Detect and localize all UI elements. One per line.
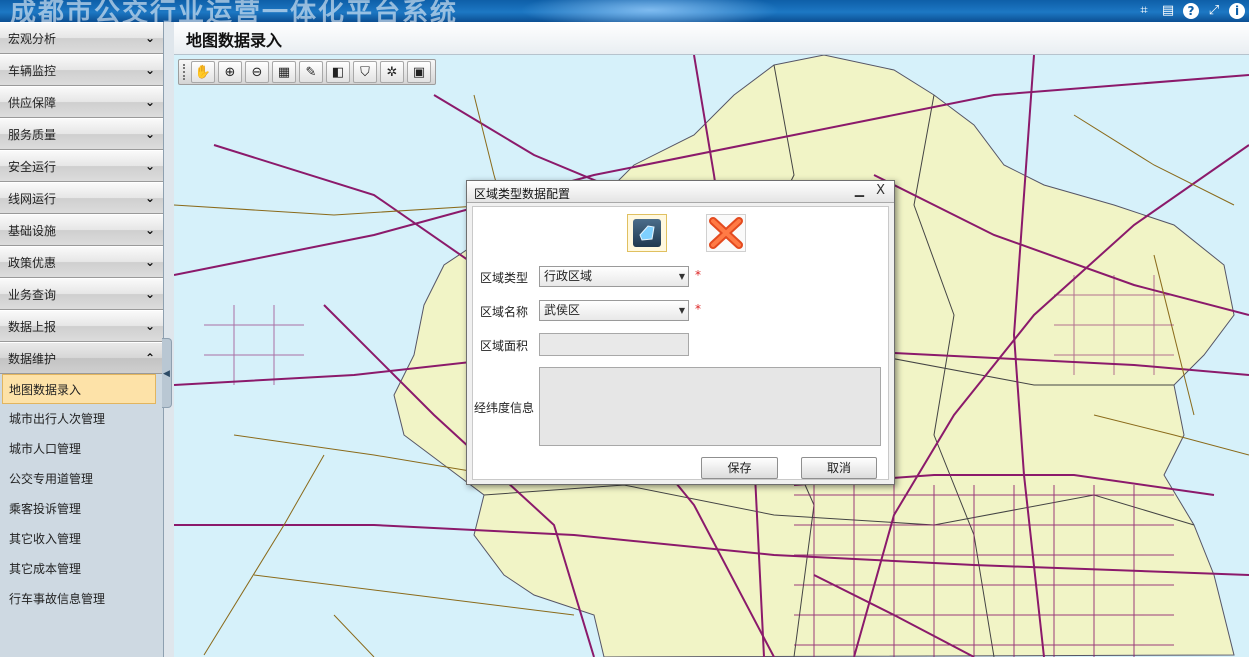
sidebar-section-infrastructure[interactable]: 基础设施 ⌄ [0, 214, 163, 246]
expand-icon[interactable]: ⤢ [1205, 2, 1223, 20]
toolbar-grip[interactable] [183, 64, 186, 80]
dialog-body: 区域类型 行政区域 ▼ * 区域名称 武侯区 ▼ * 区域面积 经纬度信息 保存… [472, 206, 889, 480]
layers-icon[interactable]: ◧ [326, 61, 350, 83]
dialog-titlebar[interactable]: 区域类型数据配置 ▁ X [467, 181, 894, 203]
database-icon[interactable]: ▣ [407, 61, 431, 83]
sidebar-section-label: 基础设施 [8, 224, 57, 238]
clear-icon[interactable]: ✲ [380, 61, 404, 83]
minimize-icon[interactable]: ▁ [855, 183, 864, 197]
zoom-out-icon[interactable]: ⊖ [245, 61, 269, 83]
sidebar-item-map-data-entry[interactable]: 地图数据录入 [2, 374, 156, 404]
sidebar-section-query[interactable]: 业务查询 ⌄ [0, 278, 163, 310]
sidebar: 宏观分析 ⌄ 车辆监控 ⌄ 供应保障 ⌄ 服务质量 ⌄ 安全运行 ⌄ 线网运行 ⌄ 基础设施… [0, 22, 164, 657]
chevron-down-icon: ⌄ [144, 159, 155, 173]
sidebar-item-accidents[interactable]: 行车事故信息管理 [0, 584, 163, 614]
draw-polygon-button[interactable] [627, 214, 667, 252]
sidebar-item-other-cost[interactable]: 其它成本管理 [0, 554, 163, 584]
required-mark: * [695, 302, 701, 316]
sidebar-section-service-quality[interactable]: 服务质量 ⌄ [0, 118, 163, 150]
zoom-in-icon[interactable]: ⊕ [218, 61, 242, 83]
shield-icon[interactable]: ⛉ [353, 61, 377, 83]
banner-tools: ⌗ ▤ ? ⤢ i [1135, 0, 1249, 22]
draw-polygon-icon [633, 219, 661, 247]
sidebar-item-trips[interactable]: 城市出行人次管理 [0, 404, 163, 434]
region-type-value: 行政区域 [544, 269, 593, 283]
sidebar-section-data-maintenance[interactable]: 数据维护 ⌃ [0, 342, 163, 374]
page-title: 地图数据录入 [186, 31, 283, 50]
sidebar-item-complaints[interactable]: 乘客投诉管理 [0, 494, 163, 524]
sidebar-item-bus-lanes[interactable]: 公交专用道管理 [0, 464, 163, 494]
close-icon[interactable]: X [876, 183, 885, 198]
sidebar-section-network[interactable]: 线网运行 ⌄ [0, 182, 163, 214]
area-label: 区域面积 [480, 339, 529, 353]
top-banner: 成都市公交行业运营一体化平台系统 ⌗ ▤ ? ⤢ i [0, 0, 1249, 22]
region-type-select[interactable]: 行政区域 ▼ [539, 266, 689, 287]
dropdown-arrow-icon: ▼ [678, 306, 685, 315]
chevron-down-icon: ⌄ [144, 191, 155, 205]
sidebar-section-macro-analysis[interactable]: 宏观分析 ⌄ [0, 22, 163, 54]
keyboard-icon[interactable]: ▤ [1159, 2, 1177, 20]
sidebar-section-label: 安全运行 [8, 160, 57, 174]
sidebar-section-label: 宏观分析 [8, 32, 57, 46]
sidebar-section-label: 政策优惠 [8, 256, 57, 270]
sidebar-section-policy[interactable]: 政策优惠 ⌄ [0, 246, 163, 278]
sidebar-section-label: 业务查询 [8, 288, 57, 302]
chevron-down-icon: ⌄ [144, 287, 155, 301]
coords-textarea[interactable] [539, 367, 881, 446]
banner-title: 成都市公交行业运营一体化平台系统 [10, 0, 459, 22]
sidebar-section-data-report[interactable]: 数据上报 ⌄ [0, 310, 163, 342]
chevron-up-icon: ⌃ [144, 351, 155, 365]
chevron-down-icon: ⌄ [144, 255, 155, 269]
required-mark: * [695, 268, 701, 282]
info-icon[interactable]: i [1229, 3, 1245, 19]
region-config-dialog: 区域类型数据配置 ▁ X 区域类型 行政区域 ▼ * 区域名称 武侯区 ▼ * … [466, 180, 895, 485]
chevron-down-icon: ⌄ [144, 95, 155, 109]
page-header: 地图数据录入 [174, 22, 1249, 55]
sidebar-section-label: 线网运行 [8, 192, 57, 206]
collapse-sidebar-icon[interactable]: ◀ [162, 338, 172, 408]
banner-decoration [520, 0, 780, 22]
sidebar-section-vehicle-monitoring[interactable]: 车辆监控 ⌄ [0, 54, 163, 86]
sidebar-section-label: 车辆监控 [8, 64, 57, 78]
chevron-down-icon: ⌄ [144, 63, 155, 77]
region-type-label: 区域类型 [480, 271, 529, 285]
sidebar-section-label: 数据上报 [8, 320, 57, 334]
coords-label: 经纬度信息 [474, 401, 535, 415]
pan-hand-icon[interactable]: ✋ [191, 61, 215, 83]
map-toolbar: ✋ ⊕ ⊖ ▦ ✎ ◧ ⛉ ✲ ▣ [178, 59, 436, 85]
crop-icon[interactable]: ⌗ [1135, 2, 1153, 20]
chevron-down-icon: ⌄ [144, 319, 155, 333]
region-name-label: 区域名称 [480, 305, 529, 319]
sidebar-section-supply[interactable]: 供应保障 ⌄ [0, 86, 163, 118]
region-name-value: 武侯区 [544, 303, 581, 317]
sidebar-section-label: 数据维护 [8, 352, 57, 366]
delete-x-icon [709, 217, 743, 249]
sidebar-section-safety[interactable]: 安全运行 ⌄ [0, 150, 163, 182]
save-button[interactable]: 保存 [701, 457, 778, 479]
chevron-down-icon: ⌄ [144, 31, 155, 45]
chevron-down-icon: ⌄ [144, 223, 155, 237]
delete-polygon-button[interactable] [706, 214, 746, 252]
sidebar-item-population[interactable]: 城市人口管理 [0, 434, 163, 464]
full-extent-icon[interactable]: ▦ [272, 61, 296, 83]
sidebar-section-label: 供应保障 [8, 96, 57, 110]
sidebar-section-label: 服务质量 [8, 128, 57, 142]
help-icon[interactable]: ? [1183, 3, 1199, 19]
region-name-select[interactable]: 武侯区 ▼ [539, 300, 689, 321]
dropdown-arrow-icon: ▼ [678, 272, 685, 281]
edit-icon[interactable]: ✎ [299, 61, 323, 83]
sidebar-item-other-income[interactable]: 其它收入管理 [0, 524, 163, 554]
area-input[interactable] [539, 333, 689, 356]
dialog-title: 区域类型数据配置 [474, 187, 571, 201]
cancel-button[interactable]: 取消 [801, 457, 877, 479]
chevron-down-icon: ⌄ [144, 127, 155, 141]
